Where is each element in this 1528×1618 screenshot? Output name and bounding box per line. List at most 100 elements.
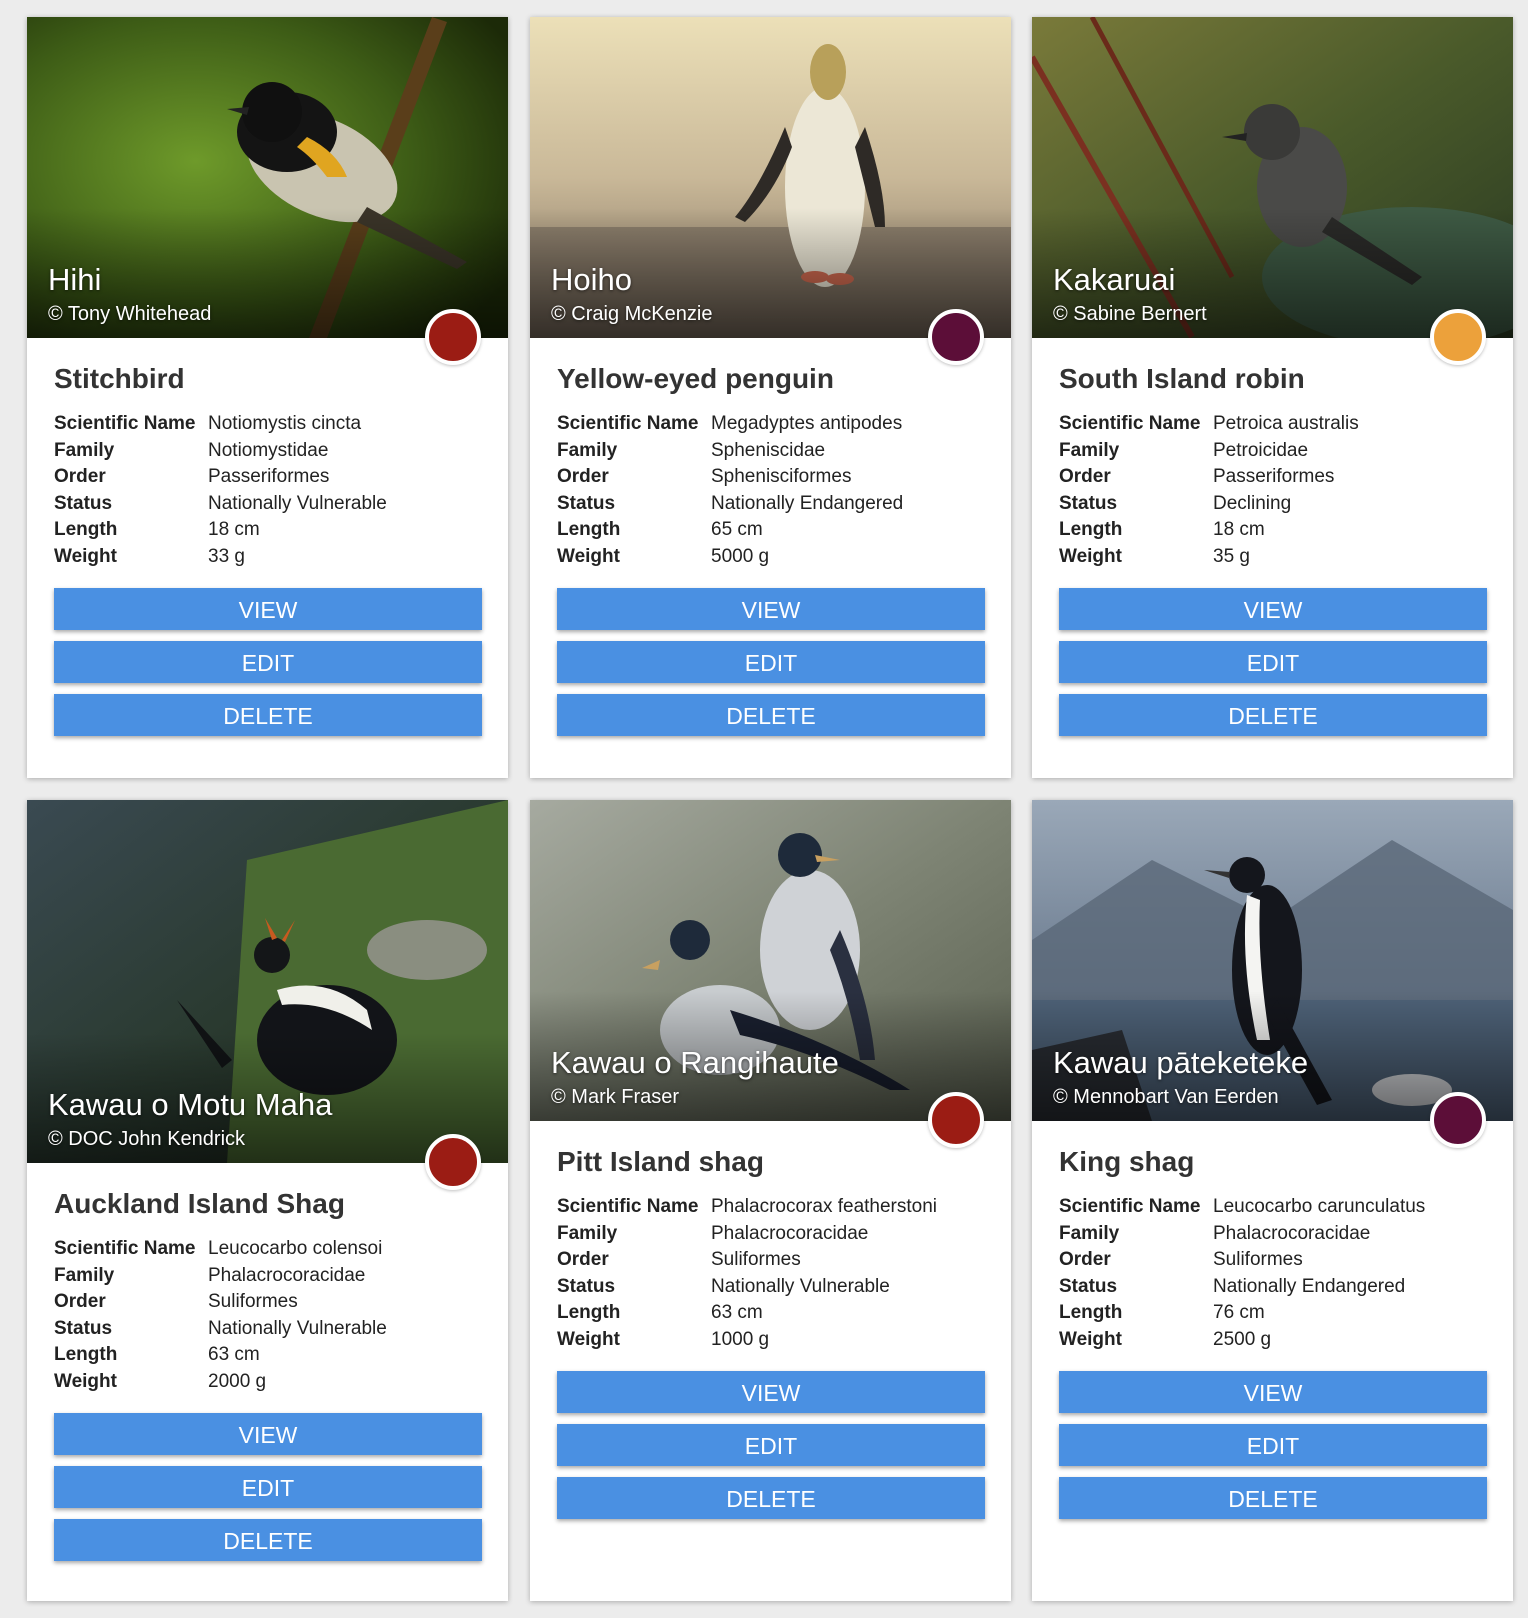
delete-button[interactable]: DELETE — [1059, 1477, 1487, 1519]
bird-facts: Scientific Name Petroica australis Family… — [1059, 411, 1486, 570]
view-button[interactable]: VIEW — [557, 588, 985, 630]
fact-label: Length — [54, 1344, 118, 1366]
fact-value: Nationally Vulnerable — [208, 492, 387, 514]
status-indicator — [928, 1092, 984, 1148]
fact-label: Scientific Name — [54, 413, 196, 435]
view-button[interactable]: VIEW — [54, 1413, 482, 1455]
bird-photo: Kawau o Rangihaute © Mark Fraser — [530, 800, 1011, 1121]
view-button[interactable]: VIEW — [54, 588, 482, 630]
bird-card: Kawau o Motu Maha © DOC John Kendrick Au… — [27, 800, 508, 1601]
fact-value: 33 g — [208, 545, 245, 567]
fact-label: Order — [54, 1291, 106, 1313]
edit-button[interactable]: EDIT — [54, 1466, 482, 1508]
fact-value: 18 cm — [208, 519, 260, 541]
fact-label: Length — [557, 1302, 621, 1324]
fact-value: Notiomystidae — [208, 439, 329, 461]
bird-facts: Scientific Name Notiomystis cincta Family… — [54, 411, 481, 570]
bird-english-name: King shag — [1059, 1146, 1195, 1177]
delete-button[interactable]: DELETE — [557, 1477, 985, 1519]
fact-value: Phalacrocorax featherstoni — [711, 1196, 938, 1218]
edit-button[interactable]: EDIT — [1059, 1424, 1487, 1466]
fact-value: Nationally Vulnerable — [208, 1317, 387, 1339]
fact-label: Family — [54, 1264, 115, 1286]
bird-facts: Scientific Name Leucocarbo colensoi Famil… — [54, 1236, 481, 1395]
fact-value: Phalacrocoracidae — [711, 1222, 869, 1244]
fact-label: Scientific Name — [557, 413, 699, 435]
fact-label: Family — [557, 439, 618, 461]
fact-value: Sphenisciformes — [711, 466, 852, 488]
fact-value: Nationally Endangered — [1213, 1275, 1406, 1297]
fact-value: Passeriformes — [208, 466, 330, 488]
photo-credit: © Mennobart Van Eerden — [1053, 1086, 1279, 1108]
fact-label: Scientific Name — [1059, 1196, 1201, 1218]
delete-button[interactable]: DELETE — [54, 1519, 482, 1561]
photo-credit: © Sabine Bernert — [1053, 303, 1207, 325]
delete-button[interactable]: DELETE — [54, 694, 482, 736]
bird-facts: Scientific Name Leucocarbo carunculatus F… — [1059, 1194, 1486, 1353]
fact-label: Status — [54, 492, 113, 514]
bird-photo: Kawau o Motu Maha © DOC John Kendrick — [27, 800, 508, 1163]
fact-value: 35 g — [1213, 545, 1250, 567]
fact-label: Status — [1059, 1275, 1118, 1297]
fact-label: Length — [1059, 1302, 1123, 1324]
fact-value: 1000 g — [711, 1328, 770, 1350]
fact-value: 2000 g — [208, 1370, 267, 1392]
view-button[interactable]: VIEW — [1059, 1371, 1487, 1413]
fact-value: Leucocarbo carunculatus — [1213, 1196, 1426, 1218]
status-indicator — [928, 309, 984, 365]
fact-label: Scientific Name — [1059, 413, 1201, 435]
bird-english-name: Yellow-eyed penguin — [557, 363, 834, 394]
fact-label: Order — [54, 466, 106, 488]
bird-english-name: Auckland Island Shag — [54, 1188, 345, 1219]
fact-value: Passeriformes — [1213, 466, 1335, 488]
status-indicator — [425, 309, 481, 365]
bird-primary-name: Kakaruai — [1053, 262, 1176, 297]
photo-credit: © Tony Whitehead — [48, 303, 212, 325]
fact-label: Status — [54, 1317, 113, 1339]
fact-label: Order — [557, 1249, 609, 1271]
bird-primary-name: Kawau pāteketeke — [1053, 1045, 1309, 1080]
view-button[interactable]: VIEW — [1059, 588, 1487, 630]
bird-card: Kawau o Rangihaute © Mark Fraser Pitt Is… — [530, 800, 1011, 1601]
delete-button[interactable]: DELETE — [557, 694, 985, 736]
fact-label: Order — [557, 466, 609, 488]
fact-label: Family — [1059, 1222, 1120, 1244]
fact-value: 2500 g — [1213, 1328, 1272, 1350]
photo-credit: © Mark Fraser — [551, 1086, 680, 1108]
fact-value: Nationally Endangered — [711, 492, 904, 514]
bird-primary-name: Kawau o Motu Maha — [48, 1087, 333, 1122]
fact-label: Weight — [54, 1370, 117, 1392]
delete-button[interactable]: DELETE — [1059, 694, 1487, 736]
fact-value: 65 cm — [711, 519, 763, 541]
fact-value: Declining — [1213, 492, 1292, 514]
photo-credit: © Craig McKenzie — [551, 303, 713, 325]
status-indicator — [1430, 1092, 1486, 1148]
bird-photo: Hoiho © Craig McKenzie — [530, 17, 1011, 338]
fact-value: Notiomystis cincta — [208, 413, 362, 435]
edit-button[interactable]: EDIT — [1059, 641, 1487, 683]
fact-label: Family — [54, 439, 115, 461]
view-button[interactable]: VIEW — [557, 1371, 985, 1413]
fact-value: 63 cm — [208, 1344, 260, 1366]
bird-facts: Scientific Name Phalacrocorax featherston… — [557, 1194, 984, 1353]
fact-label: Order — [1059, 466, 1111, 488]
bird-photo: Hihi © Tony Whitehead — [27, 17, 508, 338]
fact-label: Length — [557, 519, 621, 541]
edit-button[interactable]: EDIT — [557, 641, 985, 683]
bird-card: Kakaruai © Sabine Bernert South Island r… — [1032, 17, 1513, 778]
fact-label: Scientific Name — [557, 1196, 699, 1218]
fact-label: Weight — [1059, 545, 1122, 567]
fact-value: Phalacrocoracidae — [208, 1264, 366, 1286]
bird-primary-name: Hoiho — [551, 262, 632, 297]
fact-value: Suliformes — [208, 1291, 298, 1313]
fact-value: 18 cm — [1213, 519, 1265, 541]
fact-label: Order — [1059, 1249, 1111, 1271]
edit-button[interactable]: EDIT — [54, 641, 482, 683]
fact-label: Family — [557, 1222, 618, 1244]
fact-value: 63 cm — [711, 1302, 763, 1324]
bird-card: Kawau pāteketeke © Mennobart Van Eerden … — [1032, 800, 1513, 1601]
fact-value: Nationally Vulnerable — [711, 1275, 890, 1297]
edit-button[interactable]: EDIT — [557, 1424, 985, 1466]
status-indicator — [1430, 309, 1486, 365]
fact-label: Weight — [557, 545, 620, 567]
